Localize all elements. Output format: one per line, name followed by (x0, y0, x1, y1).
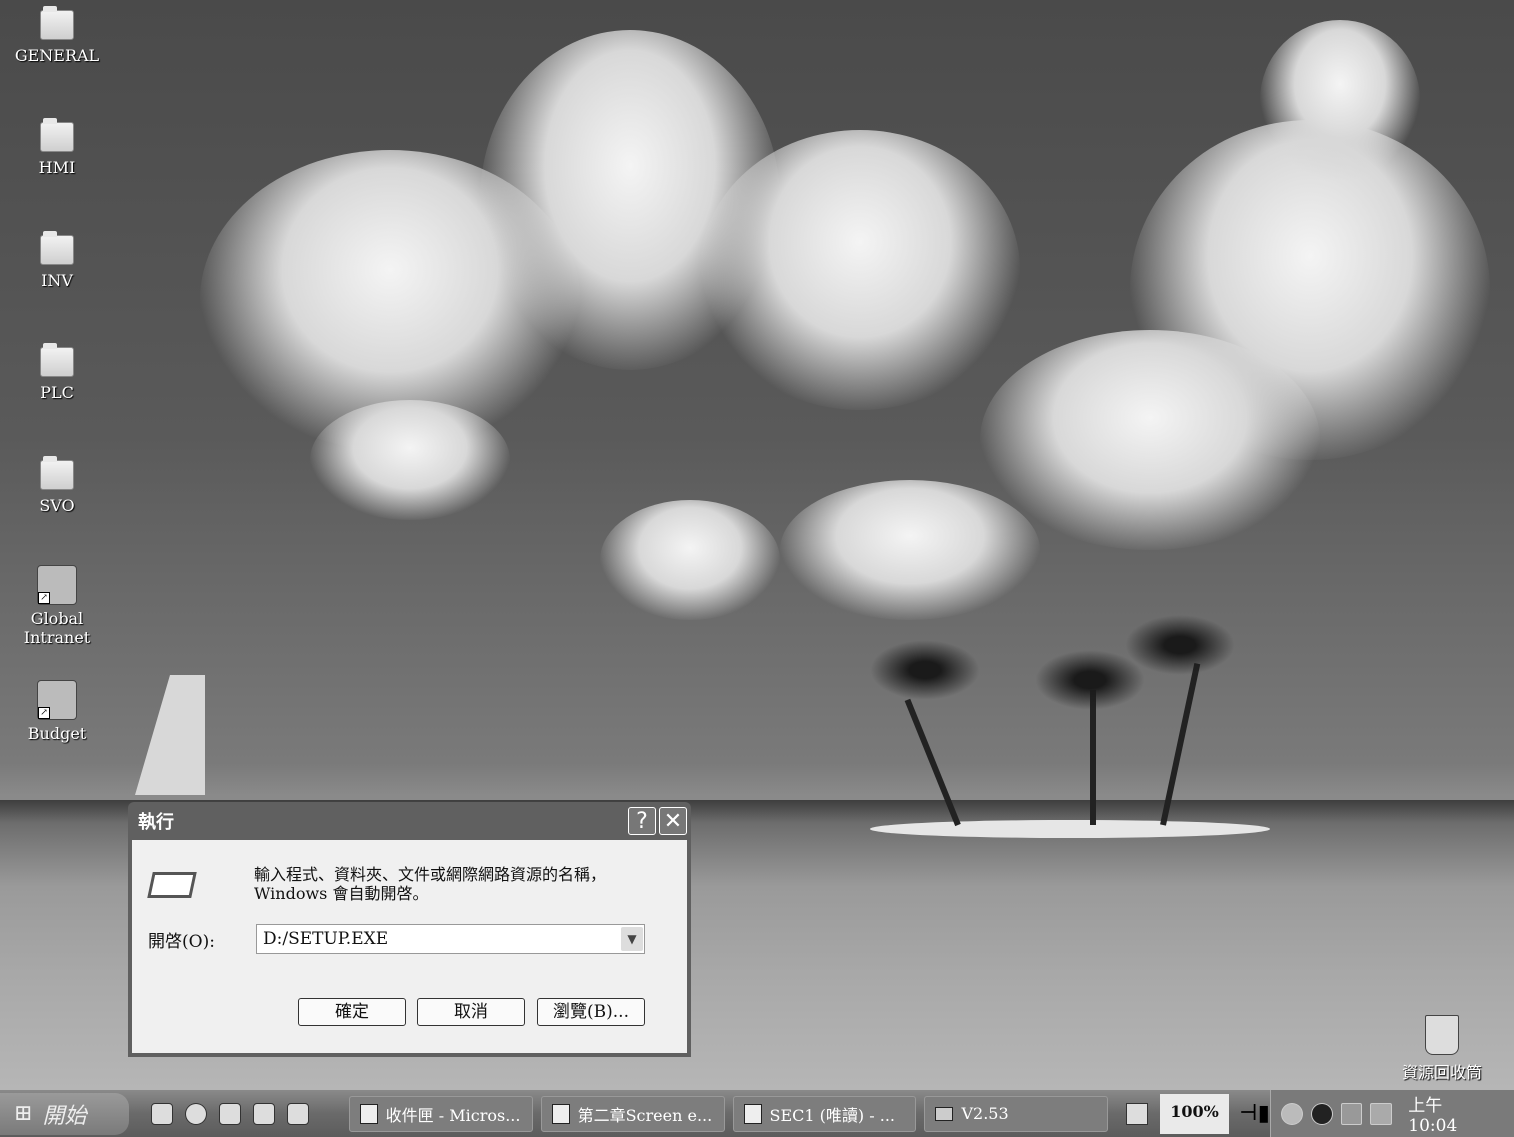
ok-button[interactable]: 確定 (298, 998, 406, 1026)
browse-button[interactable]: 瀏覽(B)... (537, 998, 645, 1026)
word-document-icon (551, 1103, 570, 1124)
tray-app-icon[interactable] (1370, 1102, 1393, 1125)
outlook-icon (359, 1103, 378, 1124)
help-button[interactable]: ? (628, 807, 656, 835)
dialog-titlebar[interactable]: 執行 ? ✕ (132, 802, 687, 840)
clock[interactable]: 上午 10:04 (1408, 1091, 1496, 1136)
island (870, 820, 1270, 838)
run-dialog: 執行 ? ✕ 輸入程式、資料夾、文件或網際網路資源的名稱， Windows 會自動開… (128, 802, 691, 1057)
word-document-icon (743, 1103, 762, 1124)
desktop-icon-global-intranet[interactable]: ↗ Global Intranet (0, 565, 114, 647)
task-v253[interactable]: V2.53 (924, 1095, 1109, 1132)
internet-explorer-icon[interactable] (219, 1102, 241, 1125)
desktop-icon-svo[interactable]: SVO (0, 456, 114, 515)
shortcut-arrow-icon: ↗ (38, 592, 50, 604)
sailboat (135, 675, 205, 795)
task-chapter2[interactable]: 第二章Screen e... (540, 1095, 725, 1132)
chevron-down-icon[interactable]: ▼ (621, 927, 643, 951)
audio-icon[interactable] (1310, 1102, 1333, 1125)
open-label: 開啓(O): (148, 932, 215, 952)
dialog-body: 輸入程式、資料夾、文件或網際網路資源的名稱， Windows 會自動開啓。 開啓(… (132, 840, 687, 1053)
task-sec1[interactable]: SEC1 (唯讀) - ... (732, 1095, 917, 1132)
desktop-icon-inv[interactable]: INV (0, 231, 114, 290)
battery-percentage[interactable]: 100% (1160, 1093, 1229, 1134)
folder-icon (40, 456, 74, 490)
windows-logo-icon: ⊞ (14, 1101, 33, 1126)
chevron-left-icon[interactable] (1280, 1102, 1303, 1125)
recycle-bin-icon (1425, 1015, 1459, 1055)
quicklaunch-sv-icon[interactable] (151, 1102, 174, 1125)
task-inbox[interactable]: 收件匣 - Micros... (348, 1095, 533, 1132)
desktop-icon-general[interactable]: GENERAL (0, 6, 114, 65)
folder-icon (40, 118, 74, 152)
desktop-icon-plc[interactable]: PLC (0, 343, 114, 402)
folder-icon (40, 343, 74, 377)
system-tray: 上午 10:04 (1269, 1090, 1514, 1137)
prompt-text: 輸入程式、資料夾、文件或網際網路資源的名稱， Windows 會自動開啓。 (254, 865, 607, 903)
desktop-icon-budget[interactable]: ↗ Budget (0, 680, 114, 743)
desktop-icon-hmi[interactable]: HMI (0, 118, 114, 177)
run-icon (147, 872, 197, 898)
dialog-title: 執行 (138, 812, 174, 833)
cancel-button[interactable]: 取消 (417, 998, 525, 1026)
folder-icon (935, 1106, 954, 1121)
close-button[interactable]: ✕ (659, 807, 687, 835)
intranet-icon: ↗ (37, 565, 77, 605)
network-icon[interactable] (1340, 1102, 1363, 1125)
windows-logo-icon: ↗ (37, 680, 77, 720)
folder-icon (40, 231, 74, 265)
open-input[interactable]: D:/SETUP.EXE (256, 924, 645, 954)
shortcut-arrow-icon: ↗ (38, 707, 50, 719)
start-button[interactable]: ⊞ 開始 (0, 1092, 130, 1135)
palm-tree (1090, 690, 1096, 825)
media-player-icon[interactable] (185, 1102, 208, 1125)
desktop-icon-recycle-bin[interactable]: 資源回收筒 (1385, 1015, 1499, 1083)
power-plug-icon[interactable]: ⊣▮ (1239, 1101, 1270, 1126)
folder-icon (40, 6, 74, 40)
keyboard-icon[interactable] (1126, 1102, 1149, 1125)
outlook-icon[interactable] (252, 1102, 275, 1125)
taskbar: ⊞ 開始 收件匣 - Micros... 第二章Screen e... SEC1 … (0, 1090, 1514, 1137)
app-icon[interactable] (286, 1102, 309, 1125)
